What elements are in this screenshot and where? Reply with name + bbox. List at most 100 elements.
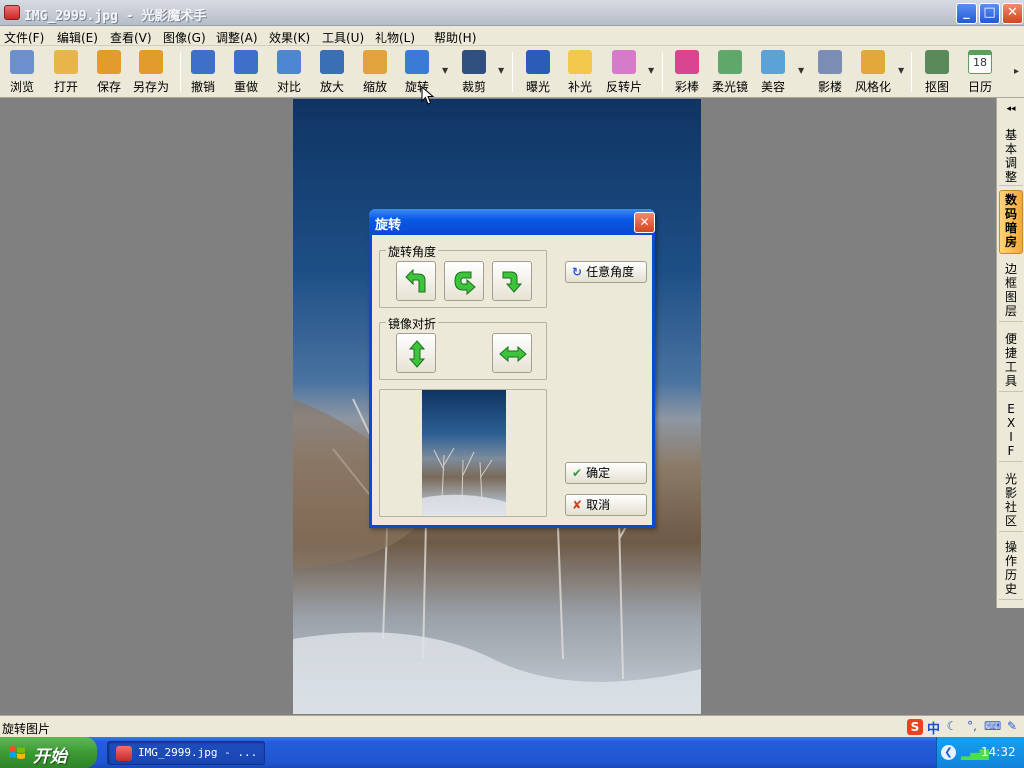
tab-history[interactable]: 操作历史 <box>999 538 1023 600</box>
beauty-button[interactable]: 美容 <box>751 50 795 96</box>
start-label: 开始 <box>33 747 67 767</box>
open-button[interactable]: 打开 <box>44 50 88 96</box>
menu-image[interactable]: 图像(G) <box>163 29 206 46</box>
toolbar-more-icon[interactable]: ▸ <box>1014 66 1019 77</box>
toolbar-separator <box>662 52 663 92</box>
calendar-button[interactable]: 18 日历 <box>958 50 1002 96</box>
tab-quick-tools[interactable]: 便捷工具 <box>999 330 1023 392</box>
panel-collapse-button[interactable]: ◂◂ <box>999 100 1023 114</box>
ime-chinese-mode[interactable]: 中 <box>927 718 940 737</box>
maximize-button[interactable]: □ <box>979 3 1000 24</box>
rotate-dropdown-icon[interactable]: ▼ <box>442 66 448 75</box>
face-icon <box>761 50 785 74</box>
mirror-label: 镜像对折 <box>386 315 439 332</box>
crop-dropdown-icon[interactable]: ▼ <box>498 66 504 75</box>
app-icon <box>4 5 20 20</box>
stylize-dropdown-icon[interactable]: ▼ <box>898 66 904 75</box>
title-bar: IMG_2999.jpg - 光影魔术手 _ □ ✕ <box>0 0 1024 26</box>
color-wand-button[interactable]: 彩棒 <box>665 50 709 96</box>
moon-icon[interactable]: ☾ <box>944 719 960 735</box>
any-angle-button[interactable]: ↻ 任意角度 <box>565 261 647 283</box>
dialog-title-bar[interactable]: 旋转 ✕ <box>369 209 655 235</box>
tab-frame-layer[interactable]: 边框图层 <box>999 260 1023 322</box>
eye-icon <box>10 50 34 74</box>
tab-digital-darkroom[interactable]: 数码暗房 <box>999 190 1023 254</box>
rotate-left-button[interactable] <box>396 261 436 301</box>
reversal-film-button[interactable]: 反转片 <box>602 50 646 96</box>
menu-gifts[interactable]: 礼物(L) <box>375 29 415 46</box>
disk-icon <box>97 50 121 74</box>
tab-exif[interactable]: EXIF <box>999 400 1023 462</box>
soft-lens-button[interactable]: 柔光镜 <box>708 50 752 96</box>
browse-button[interactable]: 浏览 <box>0 50 44 96</box>
cross-icon: ✘ <box>572 498 583 512</box>
mouse-cursor-icon <box>421 86 435 105</box>
window-title: IMG_2999.jpg - 光影魔术手 <box>24 9 207 24</box>
cancel-button[interactable]: ✘ 取消 <box>565 494 647 516</box>
tab-community[interactable]: 光影社区 <box>999 470 1023 532</box>
menu-edit[interactable]: 编辑(E) <box>57 29 98 46</box>
ok-button[interactable]: ✔ 确定 <box>565 462 647 484</box>
calendar-icon: 18 <box>968 50 992 74</box>
beauty-dropdown-icon[interactable]: ▼ <box>798 66 804 75</box>
crop-icon <box>462 50 486 74</box>
menu-adjust[interactable]: 调整(A) <box>216 29 258 46</box>
keyboard-icon[interactable]: ⌨ <box>984 719 1001 735</box>
effects-dropdown-icon[interactable]: ▼ <box>648 66 654 75</box>
windows-flag-icon <box>9 746 25 759</box>
stylize-button[interactable]: 风格化 <box>851 50 895 96</box>
undo-button[interactable]: 撤销 <box>181 50 225 96</box>
ime-toolbar: S 中 ☾ °, ⌨ ✎ <box>906 718 1020 737</box>
menu-file[interactable]: 文件(F) <box>4 29 44 46</box>
rotate-180-button[interactable] <box>444 261 484 301</box>
sogou-ime-icon[interactable]: S <box>906 719 923 735</box>
studio-button[interactable]: 影楼 <box>808 50 852 96</box>
cutout-button[interactable]: 抠图 <box>915 50 959 96</box>
tray-expand-icon[interactable]: ❮ <box>941 745 956 760</box>
flip-vertical-button[interactable] <box>396 333 436 373</box>
save-as-icon <box>139 50 163 74</box>
rotate-dialog: 旋转 ✕ 旋转角度 ↻ 任意角度 镜像对折 ✔ 确定 ✘ 取消 <box>369 209 655 528</box>
crop-button[interactable]: 裁剪 <box>452 50 496 96</box>
rotate-free-icon: ↻ <box>572 265 583 279</box>
rotate-right-icon <box>502 271 523 293</box>
film-icon <box>612 50 636 74</box>
rotate-180-icon <box>454 271 476 296</box>
fill-light-button[interactable]: 补光 <box>558 50 602 96</box>
flip-horizontal-button[interactable] <box>492 333 532 373</box>
punctuation-icon[interactable]: °, <box>964 719 980 735</box>
menu-help[interactable]: 帮助(H) <box>434 29 476 46</box>
taskbar-item-app[interactable]: IMG_2999.jpg - ... <box>107 741 265 765</box>
toolbar: 浏览 打开 保存 另存为 撤销 重做 对比 放大 缩放 旋转 ▼ 裁剪 ▼ 曝光… <box>0 46 1024 98</box>
tab-basic-adjust[interactable]: 基本调整 <box>999 126 1023 186</box>
rotate-preview-image <box>422 390 506 515</box>
menu-tools[interactable]: 工具(U) <box>322 29 364 46</box>
menu-effects[interactable]: 效果(K) <box>269 29 310 46</box>
mirror-group: 镜像对折 <box>379 315 547 380</box>
redo-icon <box>234 50 258 74</box>
undo-icon <box>191 50 215 74</box>
redo-button[interactable]: 重做 <box>224 50 268 96</box>
taskbar-item-label: IMG_2999.jpg - ... <box>138 746 258 759</box>
compare-button[interactable]: 对比 <box>267 50 311 96</box>
save-button[interactable]: 保存 <box>87 50 131 96</box>
close-button[interactable]: ✕ <box>1002 3 1023 24</box>
rotate-angle-group: 旋转角度 <box>379 243 547 308</box>
minimize-button[interactable]: _ <box>956 3 977 24</box>
flip-horizontal-icon <box>499 345 527 363</box>
rotate-left-icon <box>405 268 426 293</box>
settings-wrench-icon[interactable]: ✎ <box>1004 719 1020 735</box>
start-button[interactable]: 开始 <box>0 737 97 768</box>
zoom-in-button[interactable]: 放大 <box>310 50 354 96</box>
save-as-button[interactable]: 另存为 <box>129 50 173 96</box>
folder-icon <box>54 50 78 74</box>
toolbar-separator <box>512 52 513 92</box>
resize-button[interactable]: 缩放 <box>353 50 397 96</box>
right-side-panel: ◂◂ 基本调整 数码暗房 边框图层 便捷工具 EXIF 光影社区 操作历史 <box>996 98 1024 608</box>
exposure-button[interactable]: 曝光 <box>516 50 560 96</box>
preview-trees-illustration <box>422 447 506 515</box>
rotate-right-button[interactable] <box>492 261 532 301</box>
compare-icon <box>277 50 301 74</box>
dialog-close-button[interactable]: ✕ <box>634 212 655 233</box>
menu-view[interactable]: 查看(V) <box>110 29 152 46</box>
